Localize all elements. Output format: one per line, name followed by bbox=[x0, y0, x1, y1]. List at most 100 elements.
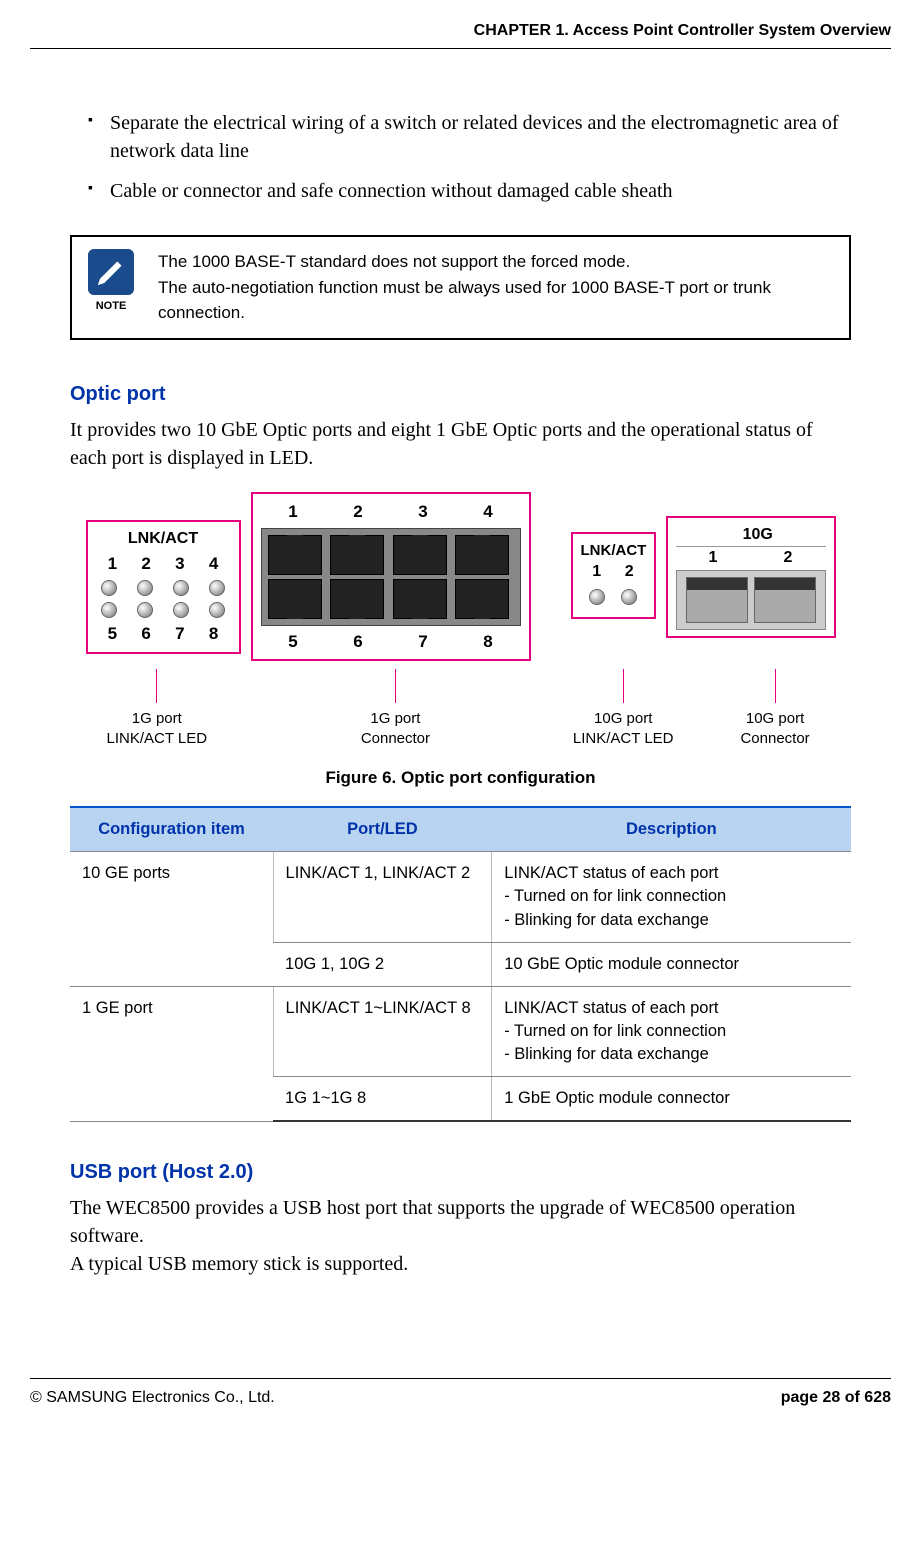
port-num: 3 bbox=[175, 552, 184, 576]
callout-text: LINK/ACT LED bbox=[70, 729, 244, 749]
body-paragraph: It provides two 10 GbE Optic ports and e… bbox=[70, 416, 851, 472]
port-num: 8 bbox=[209, 622, 218, 646]
body-paragraph: The WEC8500 provides a USB host port tha… bbox=[70, 1194, 851, 1278]
rj45-port-icon bbox=[330, 535, 384, 575]
callout-text: LINK/ACT LED bbox=[547, 729, 699, 749]
running-header: CHAPTER 1. Access Point Controller Syste… bbox=[30, 20, 891, 49]
port-num: 4 bbox=[483, 500, 492, 524]
rj45-port-icon bbox=[455, 579, 509, 619]
note-icon-wrap: NOTE bbox=[88, 249, 134, 314]
led8-title: LNK/ACT bbox=[96, 528, 231, 550]
table-header: Description bbox=[492, 807, 851, 852]
rj45-port-icon bbox=[268, 535, 322, 575]
config-table: Configuration item Port/LED Description … bbox=[70, 806, 851, 1122]
rj45-port-icon bbox=[268, 579, 322, 619]
table-row: 10 GE ports LINK/ACT 1, LINK/ACT 2 LINK/… bbox=[70, 852, 851, 942]
led-indicator-icon bbox=[173, 602, 189, 618]
section-heading-usb: USB port (Host 2.0) bbox=[70, 1158, 851, 1186]
note-pencil-icon bbox=[88, 249, 134, 295]
port-num: 7 bbox=[175, 622, 184, 646]
desc-line: - Blinking for data exchange bbox=[504, 1043, 839, 1066]
callout-text: Connector bbox=[699, 729, 851, 749]
port-num: 2 bbox=[625, 561, 634, 583]
section-heading-optic: Optic port bbox=[70, 380, 851, 408]
port-num: 2 bbox=[141, 552, 150, 576]
table-row: 1 GE port LINK/ACT 1~LINK/ACT 8 LINK/ACT… bbox=[70, 986, 851, 1076]
led-indicator-icon bbox=[621, 589, 637, 605]
port-num: 1 bbox=[592, 561, 601, 583]
sfp-port-icon bbox=[686, 577, 748, 623]
figure-callouts: 1G port LINK/ACT LED 1G port Connector 1… bbox=[70, 671, 851, 748]
port-num: 1 bbox=[108, 552, 117, 576]
desc-line: LINK/ACT status of each port bbox=[504, 997, 839, 1020]
table-header: Configuration item bbox=[70, 807, 273, 852]
port-num: 6 bbox=[141, 622, 150, 646]
callout-text: 10G port bbox=[547, 709, 699, 729]
led-indicator-icon bbox=[101, 602, 117, 618]
table-cell: 1 GbE Optic module connector bbox=[492, 1077, 851, 1122]
table-cell: LINK/ACT status of each port - Turned on… bbox=[492, 852, 851, 942]
port-num: 6 bbox=[353, 630, 362, 654]
table-cell: LINK/ACT status of each port - Turned on… bbox=[492, 986, 851, 1076]
list-item: Separate the electrical wiring of a swit… bbox=[70, 109, 851, 165]
rj45-port-icon bbox=[330, 579, 384, 619]
led2-title: LNK/ACT bbox=[581, 540, 646, 561]
desc-line: LINK/ACT status of each port bbox=[504, 862, 839, 885]
bullet-list: Separate the electrical wiring of a swit… bbox=[70, 109, 851, 205]
led-indicator-icon bbox=[137, 602, 153, 618]
desc-line: - Blinking for data exchange bbox=[504, 909, 839, 932]
desc-line: - Turned on for link connection bbox=[504, 885, 839, 908]
page-footer: © SAMSUNG Electronics Co., Ltd. page 28 … bbox=[30, 1378, 891, 1409]
panel-1g-led: LNK/ACT 1 2 3 4 5 bbox=[86, 520, 241, 654]
desc-line: 10 GbE Optic module connector bbox=[504, 953, 839, 976]
callout-line-icon bbox=[775, 669, 776, 703]
panel-10g-led: LNK/ACT 1 2 bbox=[571, 532, 656, 619]
table-cell: 1 GE port bbox=[70, 986, 273, 1121]
rj45-port-icon bbox=[393, 535, 447, 575]
callout-text: Connector bbox=[244, 729, 548, 749]
callout-line-icon bbox=[395, 669, 396, 703]
led-indicator-icon bbox=[589, 589, 605, 605]
table-cell: 10G 1, 10G 2 bbox=[273, 942, 492, 986]
callout-text: 1G port bbox=[70, 709, 244, 729]
table-cell: 10 GbE Optic module connector bbox=[492, 942, 851, 986]
led-indicator-icon bbox=[137, 580, 153, 596]
port-num: 3 bbox=[418, 500, 427, 524]
label-10g: 10G bbox=[724, 524, 777, 546]
table-header: Port/LED bbox=[273, 807, 492, 852]
note-text: The 1000 BASE-T standard does not suppor… bbox=[158, 249, 833, 326]
led-indicator-icon bbox=[209, 580, 225, 596]
note-label: NOTE bbox=[96, 299, 127, 314]
callout-line-icon bbox=[156, 669, 157, 703]
sfp-port-icon bbox=[754, 577, 816, 623]
port-num: 8 bbox=[483, 630, 492, 654]
table-cell: LINK/ACT 1, LINK/ACT 2 bbox=[273, 852, 492, 942]
callout-text: 1G port bbox=[244, 709, 548, 729]
desc-line: 1 GbE Optic module connector bbox=[504, 1087, 839, 1110]
panel-10g-connector: 10G 1 2 bbox=[666, 516, 836, 638]
rj45-port-icon bbox=[455, 535, 509, 575]
port-num: 2 bbox=[353, 500, 362, 524]
port-num: 1 bbox=[709, 547, 718, 569]
led-indicator-icon bbox=[101, 580, 117, 596]
port-num: 2 bbox=[784, 547, 793, 569]
page-number: page 28 of 628 bbox=[781, 1387, 891, 1409]
copyright: © SAMSUNG Electronics Co., Ltd. bbox=[30, 1387, 275, 1409]
panel-1g-connector: 1 2 3 4 5 6 7 8 bbox=[251, 492, 531, 662]
table-cell: LINK/ACT 1~LINK/ACT 8 bbox=[273, 986, 492, 1076]
table-header-row: Configuration item Port/LED Description bbox=[70, 807, 851, 852]
list-item: Cable or connector and safe connection w… bbox=[70, 177, 851, 205]
table-cell: 1G 1~1G 8 bbox=[273, 1077, 492, 1122]
desc-line: - Turned on for link connection bbox=[504, 1020, 839, 1043]
rj45-port-icon bbox=[393, 579, 447, 619]
note-line: The 1000 BASE-T standard does not suppor… bbox=[158, 249, 833, 275]
led-indicator-icon bbox=[173, 580, 189, 596]
port-num: 5 bbox=[108, 622, 117, 646]
callout-text: 10G port bbox=[699, 709, 851, 729]
note-line: The auto-negotiation function must be al… bbox=[158, 275, 833, 326]
port-num: 4 bbox=[209, 552, 218, 576]
port-num: 7 bbox=[418, 630, 427, 654]
body-line: The WEC8500 provides a USB host port tha… bbox=[70, 1197, 795, 1247]
body-line: A typical USB memory stick is supported. bbox=[70, 1253, 408, 1275]
note-box: NOTE The 1000 BASE-T standard does not s… bbox=[70, 235, 851, 340]
